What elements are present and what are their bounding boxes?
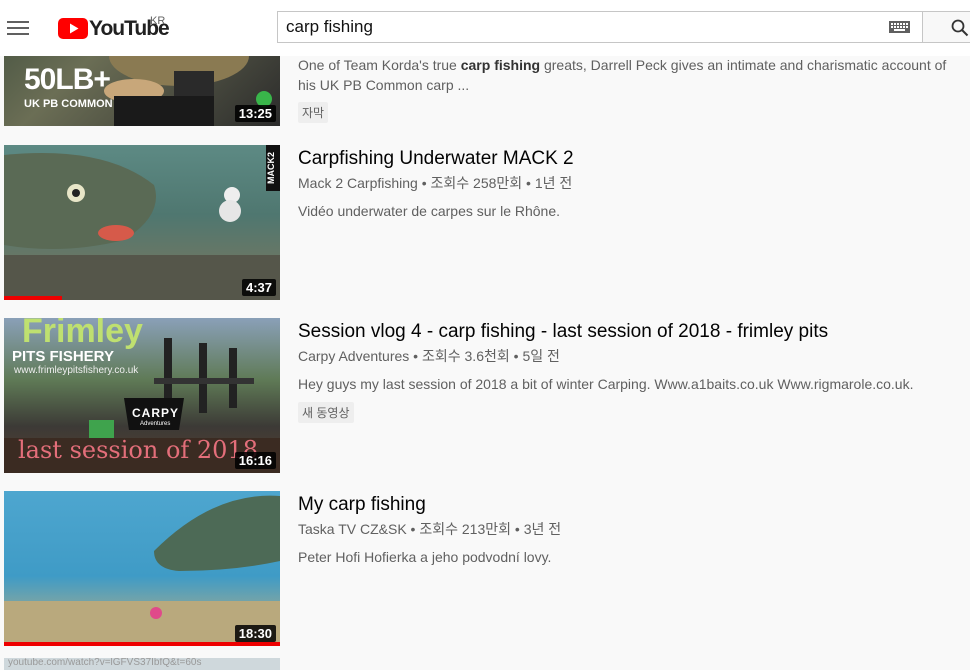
menu-icon[interactable] xyxy=(7,17,29,37)
view-count: 조회수 213만회 xyxy=(419,521,512,537)
brand-text: CARPY xyxy=(132,406,180,420)
view-count: 조회수 258만회 xyxy=(430,175,523,191)
region-code: KR xyxy=(150,15,166,27)
thumbnail-caption: last session of 2018 xyxy=(18,436,258,464)
upload-age: 3년 전 xyxy=(523,521,562,537)
video-title[interactable]: Carpfishing Underwater MACK 2 xyxy=(298,148,574,170)
video-duration: 4:37 xyxy=(241,279,276,296)
thumbnail-subtext: PITS FISHERY xyxy=(12,348,114,365)
video-description: One of Team Korda's true carp fishing gr… xyxy=(298,57,947,93)
channel-name[interactable]: Taska TV CZ&SK xyxy=(298,521,407,537)
masthead: YouTube KR xyxy=(0,0,970,56)
keyboard-icon[interactable] xyxy=(889,21,910,33)
video-duration: 13:25 xyxy=(234,105,276,122)
youtube-play-icon xyxy=(58,18,88,39)
status-url: youtube.com/watch?v=lGFVS37IbfQ&t=60s xyxy=(8,658,202,668)
video-thumbnail[interactable]: Frimley PITS FISHERY www.frimleypitsfish… xyxy=(4,318,280,473)
video-description: Peter Hofi Hofierka a jeho podvodní lovy… xyxy=(298,549,552,565)
watch-progress-bar xyxy=(4,296,62,300)
video-description: Hey guys my last session of 2018 a bit o… xyxy=(298,376,914,392)
video-meta: Mack 2 Carpfishing • 조회수 258만회 • 1년 전 xyxy=(298,175,573,191)
video-title[interactable]: My carp fishing xyxy=(298,494,426,516)
new-video-badge: 새 동영상 xyxy=(298,402,354,423)
video-duration: 16:16 xyxy=(234,452,276,469)
video-title[interactable]: Session vlog 4 - carp fishing - last ses… xyxy=(298,321,828,343)
next-video-thumbnail[interactable]: youtube.com/watch?v=lGFVS37IbfQ&t=60s xyxy=(4,658,280,670)
upload-age: 1년 전 xyxy=(534,175,573,191)
search-input[interactable] xyxy=(286,12,876,42)
thumbnail-text: Frimley xyxy=(22,318,143,350)
channel-name[interactable]: Carpy Adventures xyxy=(298,348,409,364)
video-duration: 18:30 xyxy=(234,625,276,642)
video-thumbnail[interactable]: 18:30 xyxy=(4,491,280,646)
channel-watermark: MACK2 xyxy=(266,145,280,191)
search-box[interactable] xyxy=(277,11,922,43)
video-thumbnail[interactable]: MACK2 4:37 xyxy=(4,145,280,300)
subtitle-badge: 자막 xyxy=(298,102,329,123)
thumbnail-url-text: www.frimleypitsfishery.co.uk xyxy=(14,365,139,376)
channel-name[interactable]: Mack 2 Carpfishing xyxy=(298,175,418,191)
search-icon xyxy=(951,19,969,37)
thumbnail-art xyxy=(4,153,280,300)
watch-progress-bar xyxy=(4,642,280,646)
video-meta: Taska TV CZ&SK • 조회수 213만회 • 3년 전 xyxy=(298,521,562,537)
thumbnail-text: 50LB+ xyxy=(24,63,111,96)
upload-age: 5일 전 xyxy=(522,348,560,364)
search-button[interactable] xyxy=(922,11,970,43)
video-meta: Carpy Adventures • 조회수 3.6천회 • 5일 전 xyxy=(298,348,560,364)
view-count: 조회수 3.6천회 xyxy=(421,348,510,364)
thumbnail-art xyxy=(4,495,280,646)
video-description: Vidéo underwater de carpes sur le Rhône. xyxy=(298,203,561,219)
thumbnail-subtext: UK PB COMMON xyxy=(24,98,113,110)
brand-subtext: Adventures xyxy=(140,421,171,427)
